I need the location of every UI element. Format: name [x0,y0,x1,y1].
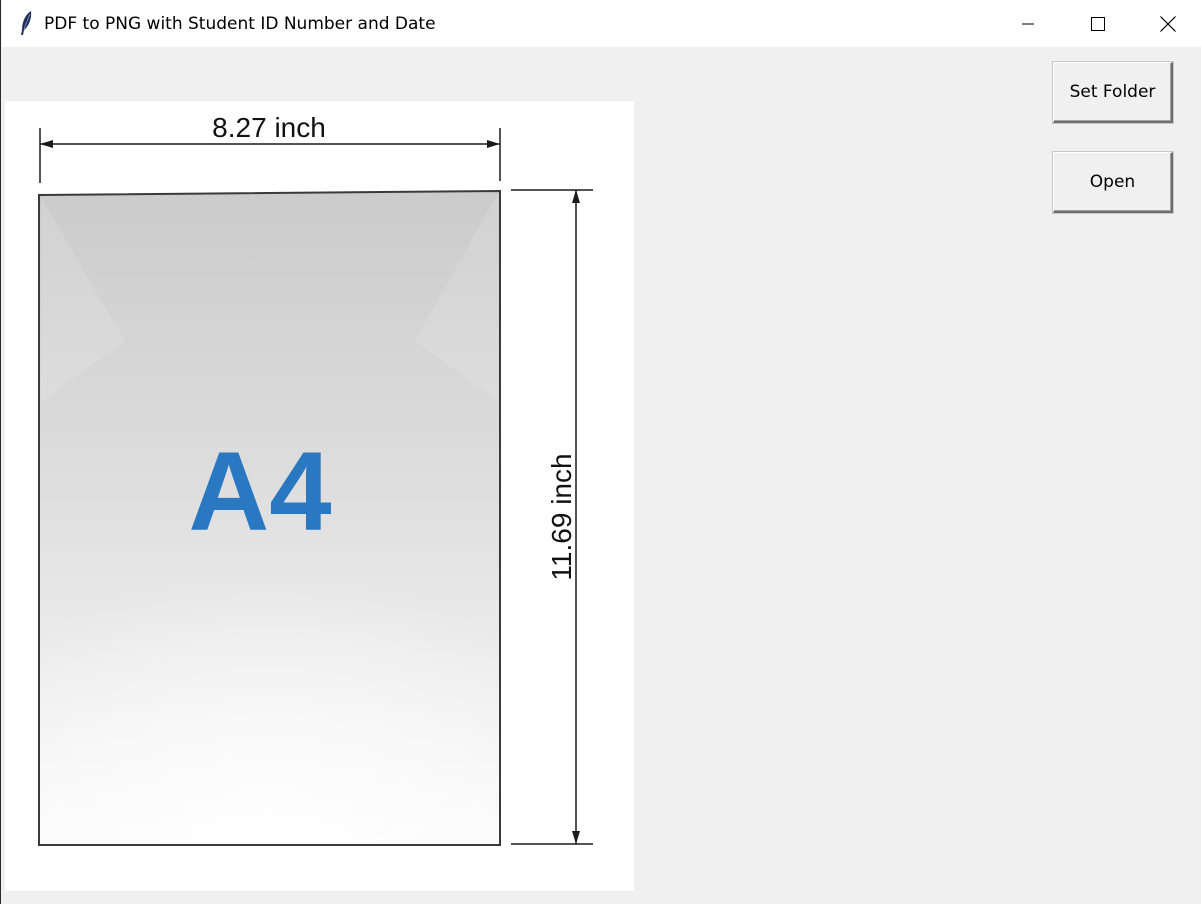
paper-size-label: A4 [188,429,331,554]
title-bar[interactable]: PDF to PNG with Student ID Number and Da… [2,0,1201,47]
window-title: PDF to PNG with Student ID Number and Da… [44,14,436,34]
maximize-icon [1091,16,1105,31]
width-label: 8.27 inch [212,112,326,143]
set-folder-button[interactable]: Set Folder [1053,62,1173,123]
a4-preview-image: 8.27 inch A4 11.69 inch [5,101,634,891]
maximize-button[interactable] [1063,0,1133,47]
close-icon [1160,15,1176,32]
close-button[interactable] [1133,0,1201,47]
minimize-icon [1022,23,1034,24]
minimize-button[interactable] [993,0,1063,47]
feather-icon [21,11,32,35]
open-button[interactable]: Open [1053,152,1173,213]
height-label: 11.69 inch [546,453,577,580]
height-dimension: 11.69 inch [511,189,593,845]
a4-diagram: 8.27 inch A4 11.69 inch [38,112,593,846]
paper-sheet: A4 [38,189,501,846]
app-window: PDF to PNG with Student ID Number and Da… [0,0,1201,904]
width-dimension: 8.27 inch [39,112,501,183]
